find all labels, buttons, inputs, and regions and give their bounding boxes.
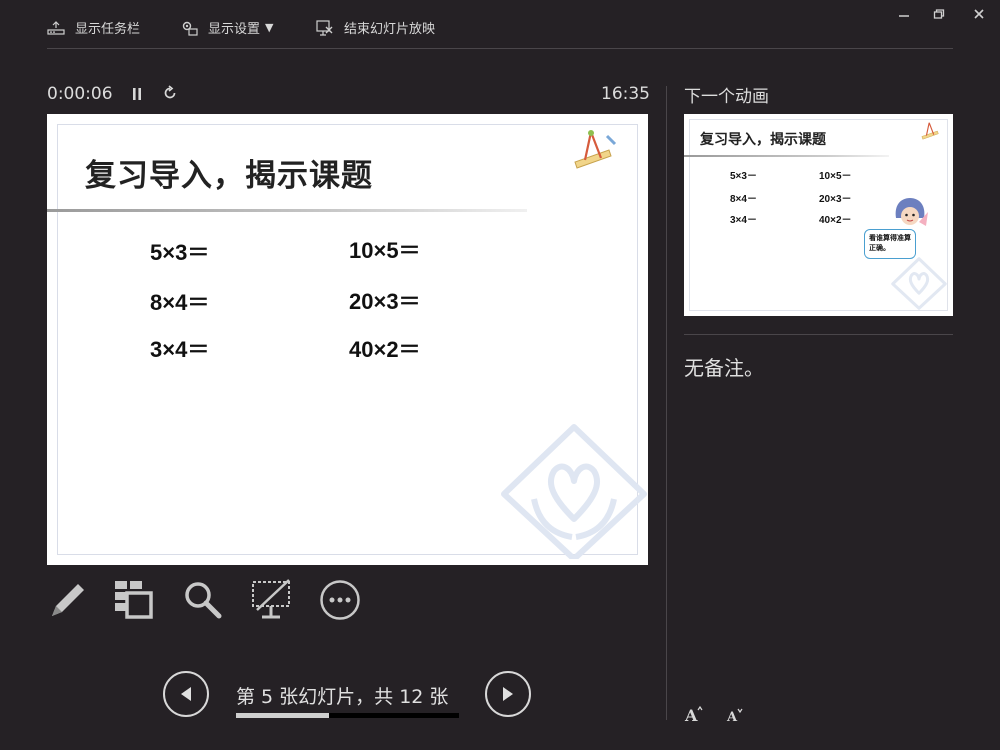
speaker-notes[interactable]: 无备注。	[684, 352, 764, 381]
previous-slide-button[interactable]	[163, 671, 209, 717]
triangle-right-icon	[503, 687, 513, 701]
toolbar-divider	[47, 48, 953, 49]
end-show-button[interactable]: 结束幻灯片放映	[316, 18, 435, 37]
close-button[interactable]	[968, 6, 990, 22]
thumbnail-title-underline	[684, 155, 889, 157]
black-screen-button[interactable]	[249, 578, 293, 622]
more-options-icon	[320, 580, 360, 620]
equation: 10×5＝	[349, 238, 421, 263]
title-underline	[47, 209, 527, 212]
thumbnail-equation: 40×2－	[819, 215, 852, 226]
next-animation-label: 下一个动画	[684, 87, 769, 107]
triangle-left-icon	[181, 687, 191, 701]
pane-divider	[666, 86, 667, 720]
display-settings-icon	[182, 21, 198, 36]
pen-icon	[52, 584, 84, 616]
watermark-logo	[501, 424, 647, 559]
end-show-label: 结束幻灯片放映	[344, 22, 436, 37]
restart-icon	[164, 85, 176, 99]
current-slide[interactable]: 复习导入，揭示课题 5×3＝ 8×4＝ 3×4＝ 10×5＝ 20×3＝ 40×…	[47, 114, 648, 565]
slide-progress-fill	[236, 713, 329, 718]
next-slide-thumbnail[interactable]: 复习导入，揭示课题 5×3－ 8×4－ 3×4－ 10×5－ 20×3－ 40×…	[684, 114, 953, 316]
reset-timer-button[interactable]	[162, 85, 178, 101]
thumbnail-equation: 5×3－	[730, 171, 757, 182]
font-decrease-icon: A	[726, 708, 743, 725]
font-increase-icon: A	[684, 705, 703, 725]
pause-icon	[133, 88, 141, 100]
equation: 3×4＝	[150, 337, 210, 362]
more-options-button[interactable]	[318, 578, 362, 622]
equation: 40×2＝	[349, 337, 421, 362]
minimize-icon	[899, 15, 909, 17]
decrease-font-button[interactable]: A	[726, 706, 744, 725]
equation: 5×3＝	[150, 240, 210, 265]
compass-ruler-icon	[921, 122, 939, 140]
svg-text:A: A	[684, 706, 698, 724]
end-show-icon	[316, 19, 333, 36]
chevron-down-icon: ▼	[265, 21, 274, 34]
black-screen-icon	[252, 579, 290, 619]
elapsed-time: 0:00:06	[47, 84, 113, 104]
close-icon	[974, 9, 984, 19]
pause-button[interactable]	[131, 86, 143, 100]
show-taskbar-button[interactable]: 显示任务栏	[47, 18, 140, 37]
compass-ruler-icon	[574, 130, 617, 169]
next-slide-button[interactable]	[485, 671, 531, 717]
taskbar-icon	[47, 20, 65, 35]
restore-icon	[933, 9, 945, 19]
thumbnail-equation: 20×3－	[819, 194, 852, 205]
see-all-slides-button[interactable]	[112, 578, 156, 622]
watermark-logo	[891, 257, 947, 310]
svg-text:A: A	[726, 710, 738, 724]
cartoon-character-image	[895, 198, 928, 226]
notes-divider	[684, 334, 953, 335]
slide-progress-track	[236, 713, 459, 718]
minimize-button[interactable]	[893, 6, 915, 22]
increase-font-button[interactable]: A	[684, 704, 704, 725]
see-all-slides-icon	[115, 581, 153, 619]
show-taskbar-label: 显示任务栏	[75, 22, 141, 37]
slide-title: 复习导入，揭示课题	[85, 158, 373, 194]
equation: 8×4＝	[150, 290, 210, 315]
thumbnail-title: 复习导入，揭示课题	[700, 132, 826, 148]
display-settings-label: 显示设置	[208, 22, 261, 37]
pen-tool-button[interactable]	[46, 578, 90, 622]
thumbnail-equation: 3×4－	[730, 215, 757, 226]
equation: 20×3＝	[349, 289, 421, 314]
slide-counter[interactable]: 第 5 张幻灯片，共 12 张	[236, 682, 448, 709]
restore-button[interactable]	[928, 6, 950, 22]
display-settings-button[interactable]: 显示设置 ▼	[180, 18, 273, 37]
zoom-icon	[185, 582, 222, 619]
thumbnail-equation: 10×5－	[819, 171, 852, 182]
zoom-button[interactable]	[181, 578, 225, 622]
current-clock: 16:35	[601, 84, 650, 104]
thumbnail-equation: 8×4－	[730, 194, 757, 205]
